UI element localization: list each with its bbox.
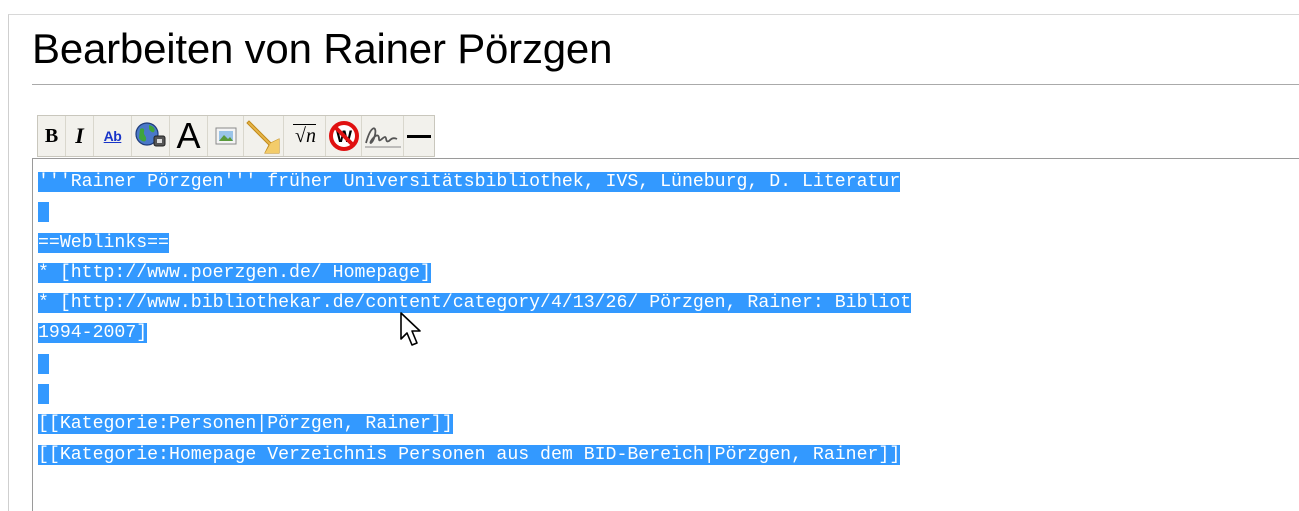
nowiki-button[interactable]: W (326, 116, 362, 156)
external-link-button[interactable] (132, 116, 170, 156)
wikitext-editor[interactable]: '''Rainer Pörzgen''' früher Universitäts… (32, 158, 1299, 511)
editor-line: [[Kategorie:Homepage Verzeichnis Persone… (38, 440, 911, 470)
italic-button[interactable]: I (66, 116, 94, 156)
editor-content: '''Rainer Pörzgen''' früher Universitäts… (38, 167, 912, 470)
editor-line: '''Rainer Pörzgen''' früher Universitäts… (38, 167, 911, 197)
editor-line (38, 197, 911, 227)
internal-link-icon: Ab (103, 128, 122, 144)
selected-text: [[Kategorie:Homepage Verzeichnis Persone… (38, 444, 901, 465)
editor-line (38, 349, 911, 379)
editor-line (38, 379, 911, 409)
editor-line: ==Weblinks== (38, 228, 911, 258)
selected-text (38, 202, 49, 223)
nowiki-icon: W (328, 121, 359, 151)
title-divider (32, 84, 1299, 85)
editor-line: [[Kategorie:Personen|Pörzgen, Rainer]] (38, 409, 911, 439)
math-button[interactable]: √n (284, 116, 326, 156)
mouse-pointer-icon (400, 312, 421, 346)
selected-text: * [http://www.bibliothekar.de/content/ca… (38, 293, 912, 314)
selected-text: [[Kategorie:Personen|Pörzgen, Rainer]] (38, 414, 453, 435)
selected-text: ==Weblinks== (38, 232, 169, 253)
selected-text: 1994-2007] (38, 323, 148, 344)
page-title: Bearbeiten von Rainer Pörzgen (32, 25, 613, 72)
horizontal-line-button[interactable] (404, 116, 434, 156)
editor-line: * [http://www.poerzgen.de/ Homepage] (38, 258, 911, 288)
image-button[interactable] (208, 116, 244, 156)
bold-button[interactable]: B (38, 116, 66, 156)
horizontal-line-icon (407, 135, 431, 138)
editor-line: * [http://www.bibliothekar.de/content/ca… (38, 288, 912, 318)
internal-link-button[interactable]: Ab (94, 116, 132, 156)
headline-icon: A (176, 115, 201, 156)
selected-text (38, 384, 49, 405)
selected-text: * [http://www.poerzgen.de/ Homepage] (38, 262, 431, 283)
edit-toolbar: B I Ab A √n W (37, 115, 435, 157)
signature-button[interactable] (362, 116, 404, 156)
headline-button[interactable]: A (170, 116, 208, 156)
math-formula-icon: √n (293, 124, 316, 147)
signature-icon (364, 127, 401, 148)
media-horn-icon (245, 120, 279, 154)
selected-text: '''Rainer Pörzgen''' früher Universitäts… (38, 172, 901, 192)
editor-line: 1994-2007] (38, 318, 911, 348)
bold-icon: B (44, 124, 59, 147)
image-icon (215, 127, 236, 145)
italic-icon: I (75, 123, 84, 148)
globe-link-icon (134, 122, 165, 147)
media-button[interactable] (244, 116, 284, 156)
selected-text (38, 353, 49, 374)
